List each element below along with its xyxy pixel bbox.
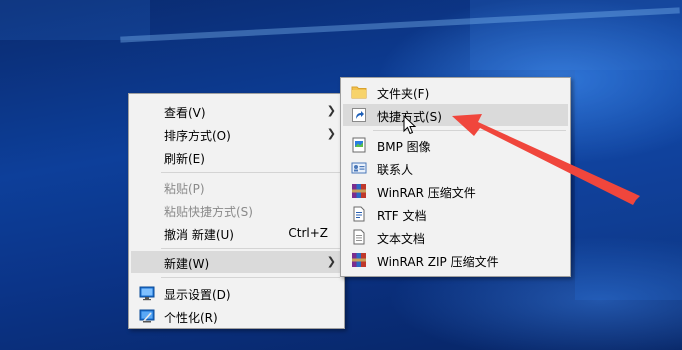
menu-item-label: 撤消 新建(U): [164, 228, 234, 242]
text-document-icon: [353, 229, 365, 245]
submenu-item-shortcut[interactable]: 快捷方式(S): [343, 104, 568, 126]
menu-item-label: 查看(V): [164, 106, 206, 120]
submenu-item-rtf-document[interactable]: RTF 文档: [343, 203, 568, 225]
menu-item-paste: 粘贴(P): [131, 176, 342, 198]
submenu-item-contact[interactable]: 联系人: [343, 157, 568, 179]
submenu-item-folder[interactable]: 文件夹(F): [343, 81, 568, 103]
menu-item-display-settings[interactable]: 显示设置(D): [131, 282, 342, 304]
menu-item-label: 个性化(R): [164, 311, 218, 325]
submenu-item-label: RTF 文档: [377, 209, 427, 223]
submenu-item-text-document[interactable]: 文本文档: [343, 226, 568, 248]
wallpaper-window-pane: [0, 0, 150, 40]
submenu-item-label: 联系人: [377, 163, 414, 177]
menu-item-label: 新建(W): [164, 257, 210, 271]
contact-icon: [351, 162, 367, 174]
menu-item-shortcut: Ctrl+Z: [288, 226, 328, 240]
submenu-item-label: WinRAR ZIP 压缩文件: [377, 255, 499, 269]
personalize-icon: [139, 309, 155, 323]
menu-separator: [373, 130, 566, 131]
menu-item-label: 粘贴快捷方式(S): [164, 205, 253, 219]
submenu-item-bmp-image[interactable]: BMP 图像: [343, 134, 568, 156]
submenu-item-winrar-zip[interactable]: WinRAR ZIP 压缩文件: [343, 249, 568, 271]
menu-item-personalize[interactable]: 个性化(R): [131, 305, 342, 327]
new-submenu: 文件夹(F) 快捷方式(S) BMP 图像 联系人 WinRAR 压缩文件 RT…: [340, 77, 571, 277]
winrar-zip-icon: [352, 253, 366, 267]
menu-separator: [161, 277, 340, 278]
menu-item-undo-new[interactable]: 撤消 新建(U) Ctrl+Z: [131, 222, 342, 244]
wallpaper-window-pane: [575, 70, 682, 300]
submenu-arrow-icon: ❯: [326, 127, 336, 140]
menu-item-sort-by[interactable]: 排序方式(O) ❯: [131, 123, 342, 145]
display-settings-icon: [139, 286, 155, 301]
bmp-image-icon: [352, 137, 366, 153]
shortcut-icon: [352, 108, 366, 122]
winrar-icon: [352, 184, 366, 198]
submenu-item-label: 文本文档: [377, 232, 426, 246]
submenu-arrow-icon: ❯: [326, 104, 336, 117]
desktop-context-menu: 查看(V) ❯ 排序方式(O) ❯ 刷新(E) 粘贴(P) 粘贴快捷方式(S) …: [128, 93, 345, 329]
menu-item-new[interactable]: 新建(W) ❯: [131, 251, 342, 273]
menu-item-view[interactable]: 查看(V) ❯: [131, 100, 342, 122]
submenu-item-winrar-archive[interactable]: WinRAR 压缩文件: [343, 180, 568, 202]
folder-icon: [351, 86, 367, 99]
submenu-arrow-icon: ❯: [326, 255, 336, 268]
menu-separator: [161, 248, 340, 249]
menu-item-label: 刷新(E): [164, 152, 205, 166]
submenu-item-label: WinRAR 压缩文件: [377, 186, 476, 200]
submenu-item-label: 文件夹(F): [377, 87, 430, 101]
rtf-document-icon: [353, 206, 365, 222]
submenu-item-label: BMP 图像: [377, 140, 431, 154]
menu-item-label: 排序方式(O): [164, 129, 231, 143]
menu-item-label: 粘贴(P): [164, 182, 205, 196]
menu-item-refresh[interactable]: 刷新(E): [131, 146, 342, 168]
mouse-cursor-icon: [403, 115, 417, 135]
menu-item-label: 显示设置(D): [164, 288, 231, 302]
menu-item-paste-shortcut: 粘贴快捷方式(S): [131, 199, 342, 221]
menu-separator: [161, 172, 340, 173]
